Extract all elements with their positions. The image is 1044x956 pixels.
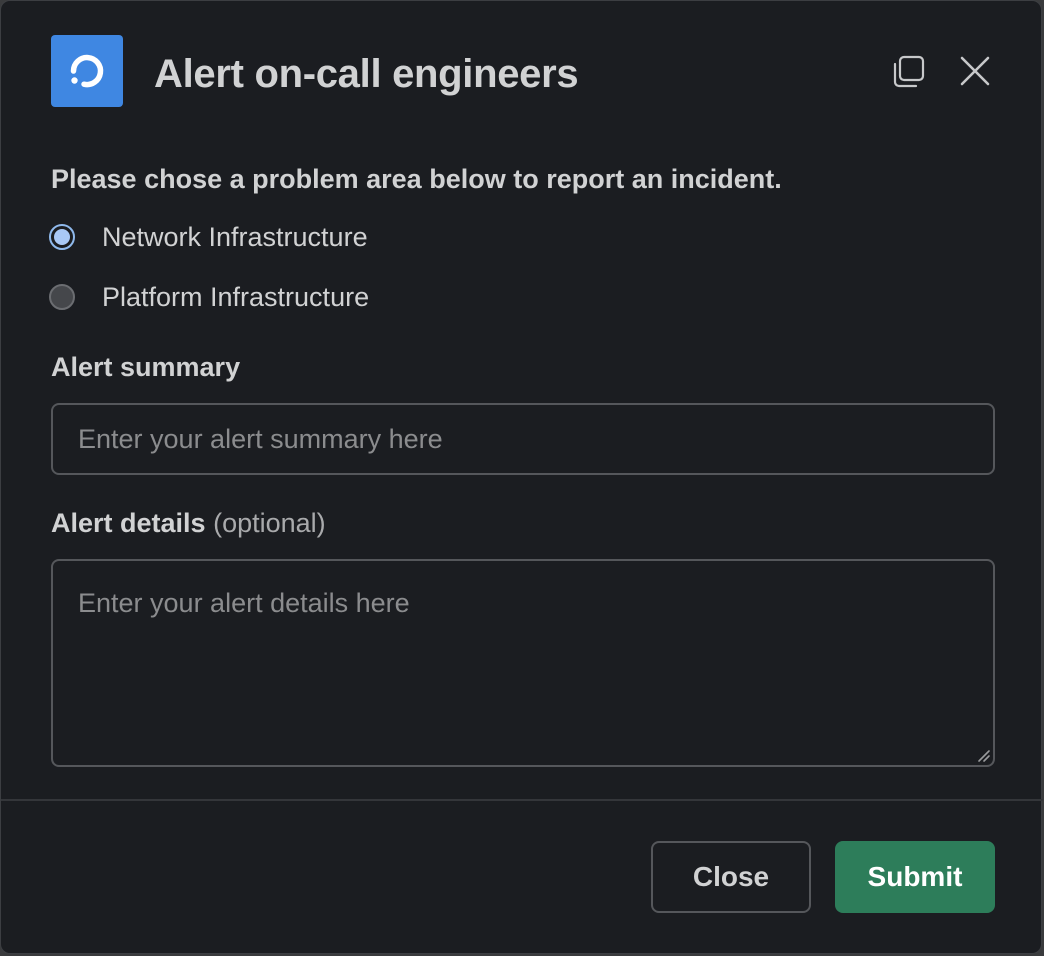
- radio-option-network[interactable]: Network Infrastructure: [49, 217, 368, 257]
- radio-option-platform[interactable]: Platform Infrastructure: [49, 277, 369, 317]
- footer-divider: [1, 799, 1043, 801]
- refresh-icon: [70, 54, 104, 88]
- modal-title: Alert on-call engineers: [154, 52, 579, 96]
- close-button[interactable]: Close: [651, 841, 811, 913]
- form-prompt: Please chose a problem area below to rep…: [51, 164, 782, 194]
- close-icon: [960, 56, 990, 86]
- copy-icon: [893, 55, 925, 88]
- alert-summary-label: Alert summary: [51, 352, 241, 382]
- alert-details-textarea[interactable]: [51, 559, 995, 767]
- alert-modal: Alert on-call engineers Please chose a p…: [0, 0, 1043, 954]
- radio-label-network: Network Infrastructure: [102, 222, 368, 252]
- alert-details-label-text: Alert details: [51, 508, 206, 538]
- submit-button[interactable]: Submit: [835, 841, 995, 913]
- copy-button[interactable]: [888, 51, 928, 91]
- resize-grip-icon[interactable]: [975, 747, 991, 763]
- radio-button[interactable]: [49, 284, 75, 310]
- alert-details-label: Alert details (optional): [51, 505, 326, 541]
- optional-hint: (optional): [213, 508, 326, 538]
- radio-button-selected[interactable]: [49, 224, 75, 250]
- app-icon: [51, 35, 123, 107]
- alert-summary-input[interactable]: [51, 403, 995, 475]
- close-modal-button[interactable]: [955, 51, 995, 91]
- radio-label-platform: Platform Infrastructure: [102, 282, 370, 312]
